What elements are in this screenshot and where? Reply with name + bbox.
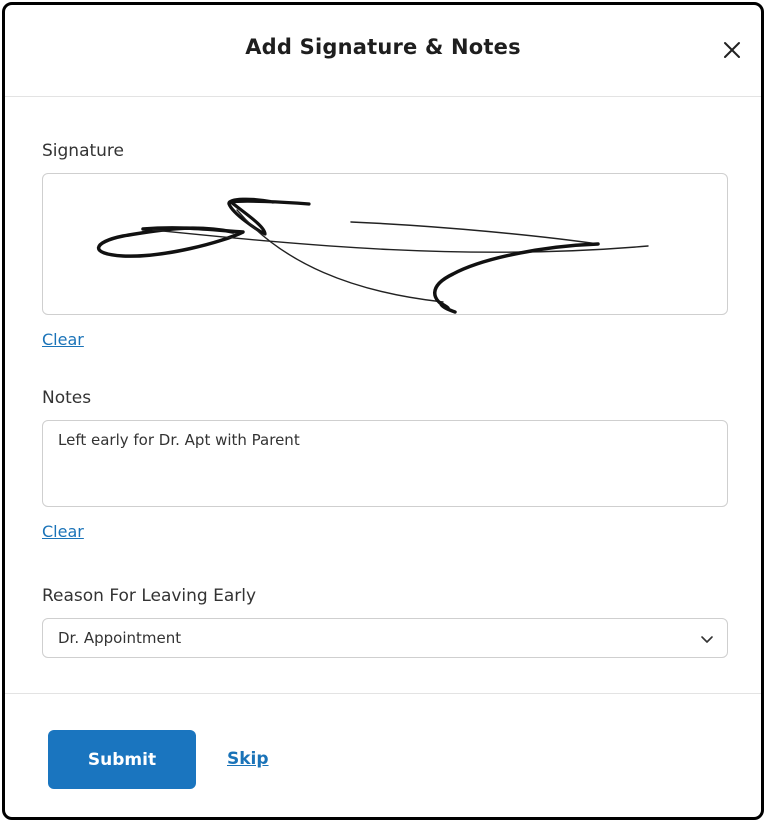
footer-divider: [5, 693, 761, 694]
signature-drawing: [96, 197, 649, 314]
close-button[interactable]: [717, 35, 747, 65]
signature-notes-dialog: Add Signature & Notes Signature Clear No…: [2, 2, 764, 820]
notes-textarea[interactable]: [42, 420, 728, 507]
signature-pad[interactable]: [42, 173, 728, 315]
dialog-title: Add Signature & Notes: [245, 35, 521, 59]
chevron-down-icon: [701, 636, 713, 643]
dialog-header: Add Signature & Notes: [5, 5, 761, 97]
reason-select[interactable]: Dr. Appointment: [42, 618, 728, 658]
skip-link[interactable]: Skip: [227, 749, 269, 769]
reason-label: Reason For Leaving Early: [42, 586, 257, 606]
notes-label: Notes: [42, 388, 92, 408]
submit-button[interactable]: Submit: [48, 730, 196, 789]
signature-label: Signature: [42, 141, 125, 161]
clear-signature-link[interactable]: Clear: [42, 330, 84, 349]
clear-notes-link[interactable]: Clear: [42, 522, 84, 541]
reason-selected-value: Dr. Appointment: [58, 629, 182, 647]
close-icon: [724, 42, 740, 58]
